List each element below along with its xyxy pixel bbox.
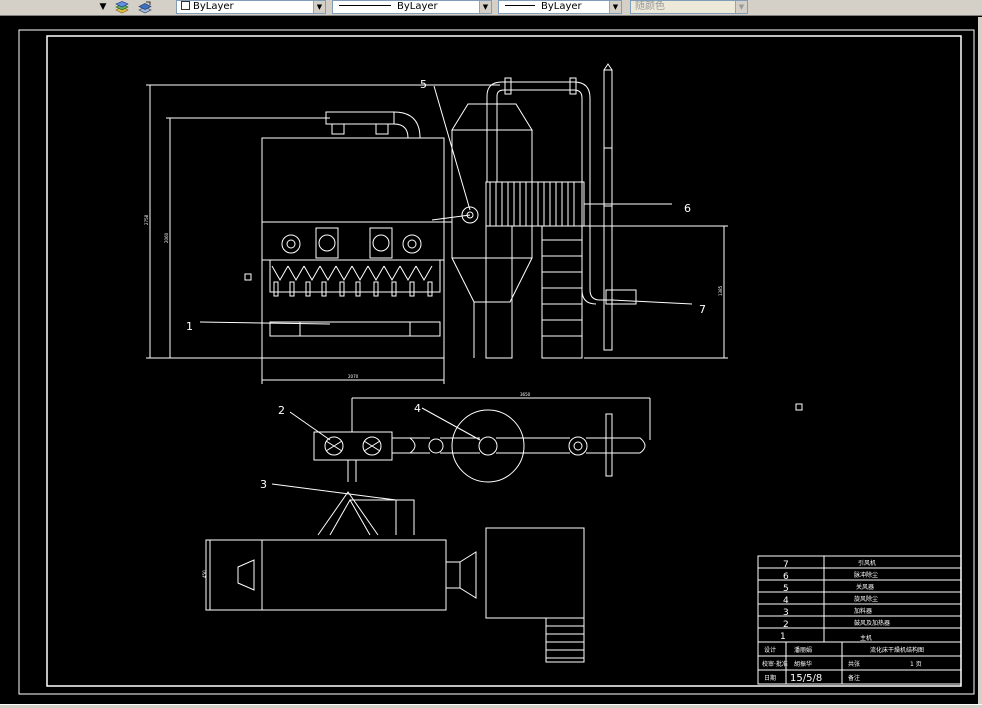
part-no-4: 4 [783, 596, 789, 606]
part-no-5: 5 [783, 584, 789, 594]
elevation-view [146, 63, 728, 384]
part-name-1: 主机 [860, 634, 872, 642]
dust-collector-plan-box [485, 527, 585, 619]
callout-3: 3 [260, 478, 267, 491]
lineweight-combo[interactable]: ByLayer ▼ [498, 0, 622, 14]
callout-7: 7 [699, 303, 706, 316]
chevron-down-icon[interactable]: ▼ [609, 1, 621, 13]
properties-toolbar: ▼ ByLayer ▼ ByLayer ▼ ByLayer ▼ 随颜色 ▼ [0, 0, 982, 16]
part-name-4: 旋风除尘 [854, 595, 878, 603]
part-name-7: 引风机 [858, 559, 876, 567]
dim-dryer-width: 2070 [348, 374, 359, 379]
dim-overall-height: 2758 [144, 214, 149, 225]
chevron-down-icon[interactable]: ▼ [313, 1, 325, 13]
linetype-combo-value: ByLayer [397, 1, 438, 12]
linetype-sample-icon [339, 5, 391, 6]
callout-1: 1 [186, 320, 193, 333]
main-dryer-plan-body [205, 539, 447, 611]
layer-previous-icon[interactable] [137, 1, 153, 14]
dim-bottom-height: 1385 [718, 285, 723, 296]
dim-burner-height: 450 [202, 570, 207, 578]
color-combo[interactable]: ByLayer ▼ [176, 0, 326, 14]
cyclone-plan-circle [451, 409, 525, 483]
label-designer: 设计 [764, 646, 776, 654]
vertical-scrollbar[interactable] [978, 17, 982, 704]
drawing-title: 流化床干燥机结构图 [870, 646, 924, 654]
part-no-7: 7 [783, 560, 789, 570]
linetype-combo[interactable]: ByLayer ▼ [332, 0, 492, 14]
sheets-value: 1 页 [910, 661, 922, 668]
checker-name: 胡振华 [794, 660, 812, 668]
lineweight-combo-value: ByLayer [541, 1, 582, 12]
part-no-3: 3 [783, 608, 789, 618]
layer-states-icon[interactable] [114, 1, 130, 14]
dim-plan-width: 3650 [520, 392, 531, 397]
date-value: 15/5/8 [790, 673, 822, 684]
grip-marker [795, 403, 803, 411]
label-checker: 校审·批准 [762, 660, 788, 668]
chevron-down-icon[interactable]: ▼ [479, 1, 491, 13]
blower-heater-box [313, 431, 393, 461]
part-name-3: 加料器 [854, 607, 872, 615]
drawing-canvas[interactable]: 1 2 3 4 5 6 7 2758 2060 2070 1385 3650 4… [0, 17, 978, 704]
chevron-down-icon: ▼ [735, 1, 747, 13]
part-no-6: 6 [783, 572, 789, 582]
status-bar [0, 704, 982, 708]
part-name-6: 脉冲除尘 [854, 571, 878, 579]
plotstyle-combo: 随颜色 ▼ [630, 0, 748, 14]
designer-name: 潘丽娟 [794, 646, 812, 654]
label-date: 日期 [764, 674, 776, 682]
lineweight-sample-icon [505, 5, 535, 6]
color-combo-value: ByLayer [193, 1, 234, 12]
dim-body-height: 2060 [164, 232, 169, 243]
plotstyle-combo-value: 随颜色 [635, 1, 665, 12]
part-name-5: 关风器 [856, 583, 874, 591]
callout-2: 2 [278, 404, 285, 417]
label-sheets: 共张 [848, 660, 860, 668]
part-name-2: 鼓风及加热器 [854, 619, 890, 627]
layer-dropdown-arrow-icon[interactable]: ▼ [98, 2, 108, 12]
part-no-2: 2 [783, 620, 789, 630]
plan-view [205, 397, 651, 663]
label-remark: 备注 [848, 674, 860, 682]
color-swatch-icon [181, 1, 190, 10]
part-no-1: 1 [780, 632, 786, 642]
callout-6: 6 [684, 202, 691, 215]
callout-5: 5 [420, 78, 427, 91]
callout-4: 4 [414, 402, 421, 415]
